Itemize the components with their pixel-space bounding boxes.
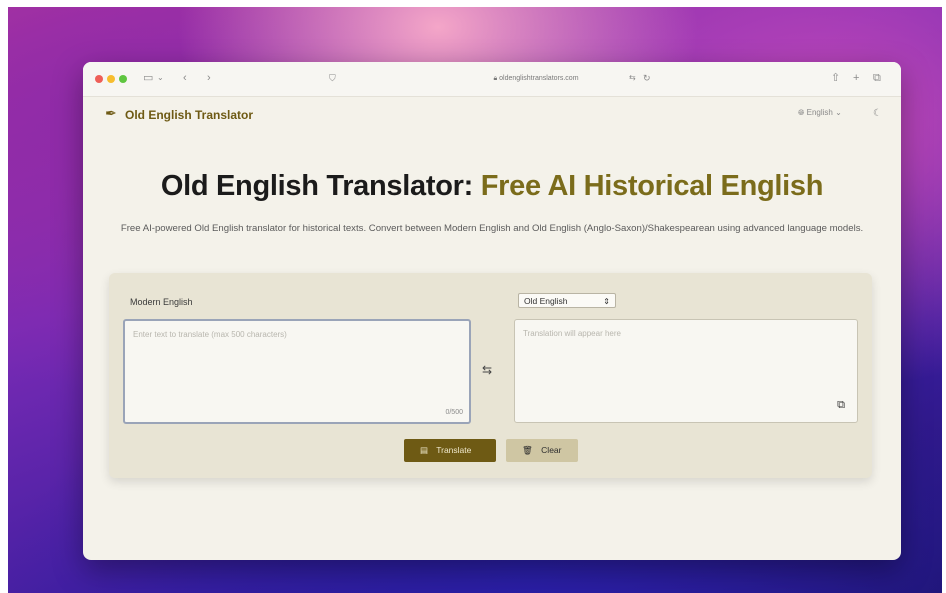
translate-button[interactable]: ▤ Translate (404, 439, 496, 462)
chevron-down-icon[interactable]: ⌄ (157, 71, 164, 85)
back-icon[interactable]: ‹ (183, 71, 187, 85)
chevron-down-icon: ⌄ (835, 108, 842, 117)
source-language-label: Modern English (130, 297, 193, 307)
character-count: 0/500 (445, 409, 463, 416)
shield-icon[interactable]: ⛉ (329, 71, 336, 85)
forward-icon[interactable]: › (207, 71, 211, 85)
share-icon[interactable]: ⇧ (831, 71, 840, 85)
reload-icon[interactable]: ↻ (643, 71, 651, 85)
page-subtitle: Free AI-powered Old English translator f… (120, 223, 864, 234)
translator-card: Modern English Old English ⇕ Enter text … (109, 273, 872, 478)
clear-button[interactable]: 🗑︎ Clear (506, 439, 578, 462)
globe-icon: 🌐︎ (798, 108, 805, 117)
translate-icon: ▤ (420, 445, 429, 455)
target-language-value: Old English (524, 296, 568, 306)
tab-overview-icon[interactable]: ⧉ (873, 71, 881, 85)
desktop-wallpaper: ▭ ⌄ ‹ › ⛉ 🔒︎ oldenglishtranslators.com ⇆… (8, 7, 942, 593)
page-title-accent: Free AI Historical English (480, 170, 824, 202)
select-arrows-icon: ⇕ (603, 297, 610, 306)
source-text-input[interactable]: Enter text to translate (max 500 charact… (123, 319, 471, 424)
translation-output: Translation will appear here ⧉ (514, 319, 858, 423)
language-label: English (806, 108, 833, 117)
quill-icon: ✒︎ (105, 105, 117, 121)
close-window-button[interactable] (95, 75, 103, 83)
copy-icon[interactable]: ⧉ (837, 399, 845, 412)
theme-toggle-icon[interactable]: ☾ (873, 107, 882, 121)
page-title-main: Old English Translator: (160, 170, 473, 202)
lock-icon: 🔒︎ (493, 75, 498, 82)
output-placeholder: Translation will appear here (523, 329, 621, 338)
clear-button-label: Clear (541, 445, 562, 455)
translate-button-label: Translate (436, 445, 472, 455)
language-selector[interactable]: 🌐︎ English ⌄ (798, 108, 842, 118)
browser-toolbar: ▭ ⌄ ‹ › ⛉ 🔒︎ oldenglishtranslators.com ⇆… (83, 62, 901, 97)
target-language-select[interactable]: Old English ⇕ (518, 293, 616, 308)
app-header: ✒︎ Old English Translator 🌐︎ English ⌄ ☾ (83, 96, 901, 132)
swap-languages-icon[interactable]: ⇆ (482, 363, 492, 377)
address-bar[interactable]: 🔒︎ oldenglishtranslators.com (431, 71, 641, 87)
trash-icon: 🗑︎ (522, 445, 533, 455)
translate-page-icon[interactable]: ⇆ (629, 71, 636, 85)
page-title: Old English Translator: Free AI Historic… (83, 170, 901, 203)
sidebar-toggle-icon[interactable]: ▭ (143, 71, 153, 85)
brand-name[interactable]: Old English Translator (125, 108, 253, 122)
new-tab-icon[interactable]: + (853, 71, 859, 85)
url-text: oldenglishtranslators.com (499, 75, 579, 82)
input-placeholder: Enter text to translate (max 500 charact… (133, 330, 287, 339)
minimize-window-button[interactable] (107, 75, 115, 83)
browser-window: ▭ ⌄ ‹ › ⛉ 🔒︎ oldenglishtranslators.com ⇆… (83, 62, 901, 560)
maximize-window-button[interactable] (119, 75, 127, 83)
